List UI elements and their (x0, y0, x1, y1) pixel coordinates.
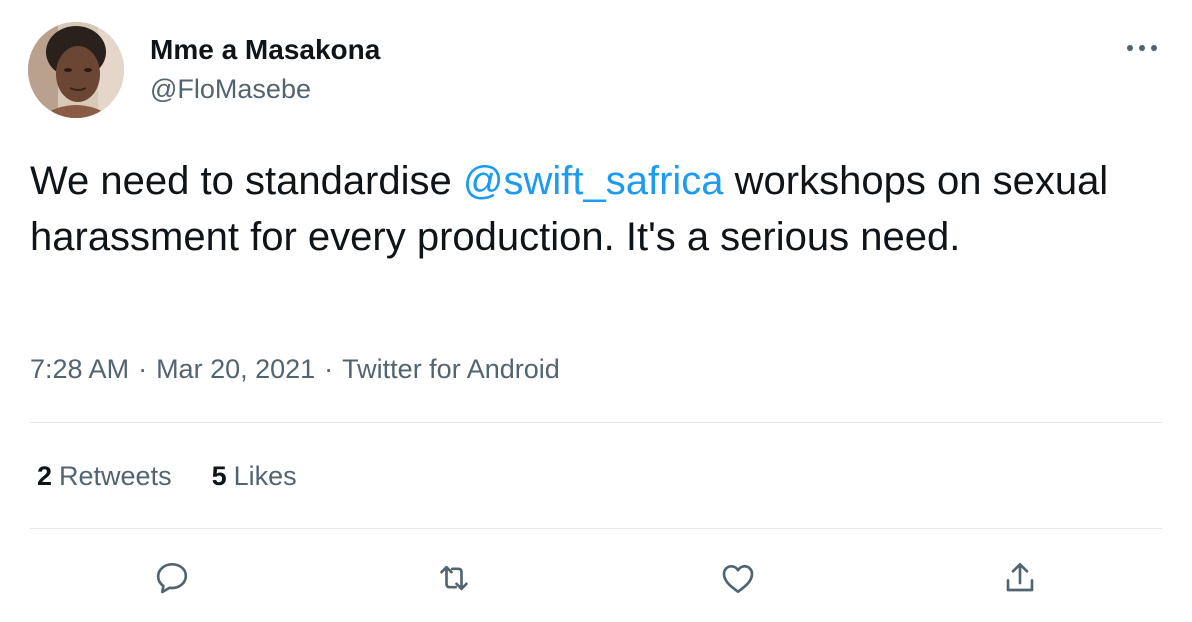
retweets-stat[interactable]: 2 Retweets (37, 461, 172, 492)
more-options-button[interactable] (1118, 28, 1166, 68)
tweet-text: We need to standardise @swift_safrica wo… (30, 153, 1150, 265)
likes-count: 5 (211, 461, 227, 491)
tweet-card: Mme a Masakona @FloMasebe We need to sta… (0, 0, 1192, 622)
likes-label: Likes (233, 461, 297, 491)
retweet-button[interactable] (432, 556, 476, 600)
retweets-label: Retweets (59, 461, 172, 491)
meta-separator: · (324, 354, 334, 384)
display-name[interactable]: Mme a Masakona (150, 34, 380, 66)
like-icon (722, 565, 754, 593)
divider (30, 528, 1162, 529)
reply-button[interactable] (150, 556, 194, 600)
share-icon (1006, 563, 1034, 592)
user-handle[interactable]: @FloMasebe (150, 74, 311, 105)
tweet-meta: 7:28 AM · Mar 20, 2021 · Twitter for Android (30, 354, 560, 385)
more-dots-icon (1127, 45, 1157, 51)
tweet-text-before: We need to standardise (30, 159, 463, 203)
share-button[interactable] (998, 556, 1042, 600)
tweet-date[interactable]: Mar 20, 2021 (156, 354, 315, 384)
retweets-count: 2 (37, 461, 53, 491)
tweet-stats: 2 Retweets 5 Likes (37, 461, 337, 492)
avatar-photo (28, 22, 124, 118)
meta-separator: · (138, 354, 148, 384)
likes-stat[interactable]: 5 Likes (212, 461, 297, 492)
mention-link[interactable]: @swift_safrica (463, 159, 724, 203)
tweet-time[interactable]: 7:28 AM (30, 354, 129, 384)
retweet-icon (440, 565, 468, 591)
like-button[interactable] (716, 556, 760, 600)
avatar[interactable] (28, 22, 124, 118)
reply-icon (156, 563, 188, 594)
tweet-source[interactable]: Twitter for Android (342, 354, 560, 384)
divider (30, 422, 1162, 423)
